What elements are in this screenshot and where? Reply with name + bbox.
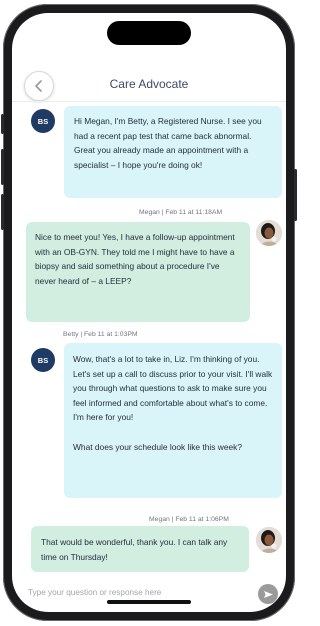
message-meta: Megan | Feb 11 at 11:18AM <box>139 209 223 216</box>
phone-frame: Care Advocate BS Hi Megan, I'm Betty, a … <box>1 4 297 621</box>
silent-switch <box>1 114 4 134</box>
message-bubble-nurse: Wow, that's a lot to take in, Liz. I'm t… <box>64 343 282 498</box>
message-composer: Type your question or response here <box>12 579 286 609</box>
message-meta: Megan | Feb 11 at 1:06PM <box>149 516 229 523</box>
send-arrow-icon <box>263 590 273 598</box>
volume-up-button <box>1 149 4 185</box>
send-button[interactable] <box>258 584 278 604</box>
message-bubble-user: Nice to meet you! Yes, I have a follow-u… <box>26 222 250 322</box>
avatar-betty: BS <box>31 109 55 133</box>
message-meta: Betty | Feb 11 at 1:03PM <box>63 331 138 338</box>
message-bubble-nurse: Hi Megan, I'm Betty, a Registered Nurse.… <box>64 106 282 198</box>
avatar-megan <box>256 220 282 246</box>
screen: Care Advocate BS Hi Megan, I'm Betty, a … <box>12 13 286 612</box>
volume-down-button <box>1 194 4 230</box>
avatar-betty: BS <box>31 348 55 372</box>
avatar-megan <box>256 527 282 553</box>
message-input[interactable]: Type your question or response here <box>28 588 161 597</box>
chat-header: Care Advocate <box>12 59 286 101</box>
header-divider <box>12 101 286 102</box>
power-button <box>294 169 297 221</box>
message-bubble-user: That would be wonderful, thank you. I ca… <box>31 526 249 572</box>
home-indicator <box>107 600 191 604</box>
dynamic-island <box>107 21 191 45</box>
page-title: Care Advocate <box>109 77 189 91</box>
